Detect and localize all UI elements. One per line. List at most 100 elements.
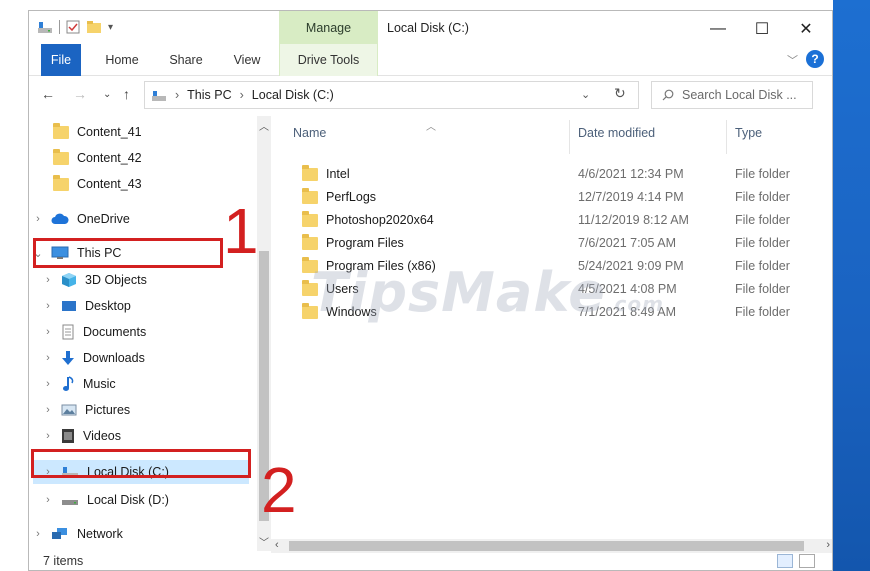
expand-arrow-icon[interactable]: › <box>33 213 43 225</box>
column-header-name[interactable]: Name <box>293 126 326 140</box>
expand-ribbon-icon[interactable]: ﹀ <box>787 52 798 68</box>
address-dropdown-icon[interactable]: ⌄ <box>581 88 590 101</box>
nav-item-onedrive[interactable]: › OneDrive <box>33 207 130 231</box>
nav-item-music[interactable]: › Music <box>43 372 116 396</box>
drive-icon[interactable] <box>37 20 53 34</box>
expand-arrow-icon[interactable]: › <box>43 352 53 364</box>
breadcrumb-separator: › <box>175 88 180 102</box>
nav-item-documents[interactable]: › Documents <box>43 320 146 344</box>
tab-file[interactable]: File <box>41 44 81 76</box>
scroll-right-icon[interactable]: › <box>826 539 830 551</box>
file-name: Windows <box>326 305 377 319</box>
nav-item-content-41[interactable]: Content_41 <box>53 120 142 144</box>
expand-arrow-icon[interactable]: › <box>43 378 53 390</box>
nav-item-label: Videos <box>83 429 121 443</box>
address-bar[interactable]: › This PC › Local Disk (C:) <box>144 81 639 109</box>
download-icon <box>62 351 74 365</box>
nav-item-label: Content_43 <box>77 177 142 191</box>
nav-item-3d-objects[interactable]: › 3D Objects <box>43 268 147 292</box>
nav-item-content-43[interactable]: Content_43 <box>53 172 142 196</box>
nav-item-content-42[interactable]: Content_42 <box>53 146 142 170</box>
close-button[interactable]: ✕ <box>784 17 828 41</box>
tab-drive-tools[interactable]: Drive Tools <box>279 44 378 76</box>
picture-icon <box>61 404 77 416</box>
expand-arrow-icon[interactable]: › <box>43 326 53 338</box>
nav-item-label: Content_41 <box>77 125 142 139</box>
expand-arrow-icon[interactable]: › <box>43 404 53 416</box>
scrollbar-thumb[interactable] <box>289 541 804 551</box>
properties-icon[interactable] <box>66 20 80 34</box>
nav-item-label: Documents <box>83 325 147 339</box>
nav-item-pictures[interactable]: › Pictures <box>43 398 130 422</box>
expand-arrow-icon[interactable]: › <box>43 430 53 442</box>
file-explorer-window: ▾ Manage Local Disk (C:) — ☐ ✕ File Home… <box>28 10 833 571</box>
nav-item-label: Pictures <box>85 403 131 417</box>
help-icon: ? <box>811 52 819 66</box>
tab-home[interactable]: Home <box>101 44 143 76</box>
nav-item-label: Downloads <box>83 351 145 365</box>
customize-toolbar-icon[interactable]: ▾ <box>108 22 113 33</box>
annotation-step-2: 2 <box>261 454 297 526</box>
breadcrumb-this-pc[interactable]: This PC <box>187 88 231 102</box>
search-box[interactable]: Search Local Disk ... <box>651 81 813 109</box>
column-header-date-modified[interactable]: Date modified <box>578 126 655 140</box>
breadcrumb-local-disk[interactable]: Local Disk (C:) <box>252 88 334 102</box>
tab-share[interactable]: Share <box>165 44 207 76</box>
refresh-icon[interactable]: ↻ <box>614 85 626 102</box>
table-row[interactable]: Users 4/5/2021 4:08 PM File folder <box>271 278 832 301</box>
column-header-type[interactable]: Type <box>735 126 762 140</box>
folder-icon <box>302 210 318 227</box>
navigation-pane: Content_41 Content_42 Content_43 › OneDr… <box>29 116 257 551</box>
file-type: File folder <box>735 236 790 250</box>
folder-icon <box>302 164 318 181</box>
large-icons-view-icon[interactable] <box>799 554 815 568</box>
file-date: 4/5/2021 4:08 PM <box>578 282 677 296</box>
scroll-up-icon[interactable]: ︿ <box>259 118 269 133</box>
forward-button[interactable]: → <box>73 86 87 102</box>
expand-arrow-icon[interactable]: › <box>43 274 53 286</box>
table-row[interactable]: Program Files 7/6/2021 7:05 AM File fold… <box>271 232 832 255</box>
maximize-button[interactable]: ☐ <box>740 17 784 41</box>
column-divider[interactable] <box>569 120 570 154</box>
nav-item-local-disk-d[interactable]: › Local Disk (D:) <box>43 488 169 512</box>
ribbon-tabs: File Home Share View Drive Tools ﹀ ? <box>29 44 832 76</box>
recent-locations-button[interactable]: ⌄ <box>103 89 111 100</box>
tab-view[interactable]: View <box>227 44 267 76</box>
file-type: File folder <box>735 259 790 273</box>
horizontal-scrollbar[interactable]: ‹ › <box>271 539 832 553</box>
help-button[interactable]: ? <box>806 50 824 68</box>
details-view-icon[interactable] <box>777 554 793 568</box>
sort-ascending-icon: ︿ <box>426 122 436 133</box>
column-divider[interactable] <box>726 120 727 154</box>
annotation-box-local-disk <box>31 449 251 478</box>
expand-arrow-icon[interactable]: › <box>43 300 53 312</box>
video-icon <box>62 429 74 443</box>
file-date: 7/6/2021 7:05 AM <box>578 236 676 250</box>
table-row[interactable]: PerfLogs 12/7/2019 4:14 PM File folder <box>271 186 832 209</box>
context-tab-group-label: Manage <box>305 20 352 35</box>
nav-item-label: Desktop <box>85 299 131 313</box>
table-row[interactable]: Intel 4/6/2021 12:34 PM File folder <box>271 163 832 186</box>
nav-item-label: OneDrive <box>77 212 130 226</box>
table-row[interactable]: Photoshop2020x64 11/12/2019 8:12 AM File… <box>271 209 832 232</box>
nav-item-videos[interactable]: › Videos <box>43 424 121 448</box>
file-date: 12/7/2019 4:14 PM <box>578 190 684 204</box>
back-button[interactable]: ← <box>41 86 55 102</box>
nav-item-downloads[interactable]: › Downloads <box>43 346 145 370</box>
expand-arrow-icon[interactable]: › <box>33 528 43 540</box>
table-row[interactable]: Program Files (x86) 5/24/2021 9:09 PM Fi… <box>271 255 832 278</box>
nav-item-label: Music <box>83 377 116 391</box>
scroll-left-icon[interactable]: ‹ <box>275 539 279 551</box>
desktop-background <box>833 0 870 571</box>
minimize-button[interactable]: — <box>696 17 740 41</box>
table-row[interactable]: Windows 7/1/2021 8:49 AM File folder <box>271 301 832 324</box>
file-list: ︿ Name Date modified Type Intel 4/6/2021… <box>271 116 832 539</box>
window-title: Local Disk (C:) <box>387 21 469 35</box>
expand-arrow-icon[interactable]: › <box>43 494 53 506</box>
new-folder-icon[interactable] <box>86 20 102 34</box>
scroll-down-icon[interactable]: ﹀ <box>259 534 269 549</box>
nav-item-desktop[interactable]: › Desktop <box>43 294 131 318</box>
drive-icon <box>62 500 78 505</box>
nav-item-network[interactable]: › Network <box>33 522 123 546</box>
up-button[interactable]: ↑ <box>123 86 130 102</box>
